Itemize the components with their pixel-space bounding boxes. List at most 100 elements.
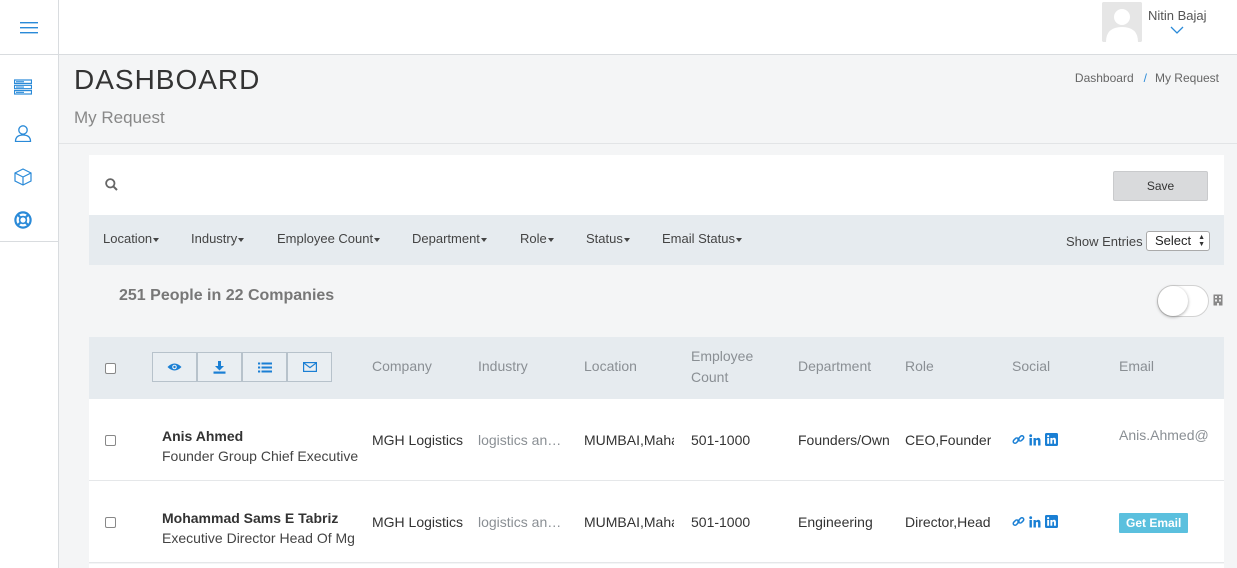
- caret-down-icon: [374, 237, 381, 242]
- sidebar-item-people[interactable]: [12, 122, 34, 144]
- linkedin-icon[interactable]: [1029, 433, 1041, 446]
- view-button[interactable]: [152, 352, 197, 382]
- col-industry[interactable]: Industry: [478, 356, 528, 377]
- company-cell[interactable]: MGH Logistics: [372, 514, 464, 530]
- filter-role[interactable]: Role: [520, 231, 554, 246]
- table-row: Mohammad Sams E Tabriz Executive Directo…: [89, 481, 1224, 563]
- col-department[interactable]: Department: [798, 356, 871, 377]
- table-row-partial: [89, 564, 1224, 568]
- location-cell: MUMBAI,Maha: [584, 432, 674, 448]
- filter-role-label: Role: [520, 231, 547, 246]
- person-title: Executive Director Head Of Mg: [162, 530, 355, 546]
- list-button[interactable]: [242, 352, 287, 382]
- person-name[interactable]: Mohammad Sams E Tabriz: [162, 510, 362, 526]
- filter-industry-label: Industry: [191, 231, 238, 246]
- role-cell: Director,Head: [905, 514, 991, 530]
- results-summary-bar: 251 People in 22 Companies: [89, 265, 1224, 337]
- building-icon: [1213, 294, 1223, 306]
- employee-count-cell: 501-1000: [691, 514, 751, 530]
- show-entries-label: Show Entries: [1066, 234, 1143, 249]
- col-company[interactable]: Company: [372, 356, 432, 377]
- row-checkbox[interactable]: [105, 435, 116, 446]
- social-links: [1012, 515, 1058, 528]
- eye-icon: [167, 363, 182, 371]
- company-cell[interactable]: MGH Logistics: [372, 432, 464, 448]
- download-button[interactable]: [197, 352, 242, 382]
- hamburger-icon: [20, 21, 38, 33]
- user-name: Nitin Bajaj: [1148, 8, 1207, 23]
- filter-employee-count[interactable]: Employee Count: [277, 231, 381, 246]
- filter-department[interactable]: Department: [412, 231, 487, 246]
- chevron-down-icon[interactable]: [1170, 26, 1184, 34]
- link-icon[interactable]: [1012, 433, 1025, 446]
- caret-down-icon: [153, 237, 160, 242]
- person-name[interactable]: Anis Ahmed: [162, 428, 362, 444]
- breadcrumb-dashboard[interactable]: Dashboard: [1075, 71, 1134, 85]
- sidebar: [0, 55, 59, 568]
- col-employee-count[interactable]: Employee Count: [691, 346, 763, 388]
- link-icon[interactable]: [1012, 515, 1025, 528]
- filter-bar: Location Industry Employee Count Departm…: [89, 215, 1224, 265]
- sidebar-item-dashboard[interactable]: [12, 76, 34, 98]
- select-arrows-icon: ▲ ▼: [1198, 234, 1205, 248]
- filter-location-label: Location: [103, 231, 153, 246]
- industry-cell: logistics an…: [478, 514, 562, 530]
- select-all-checkbox[interactable]: [105, 363, 116, 374]
- results-count: 251 People in 22 Companies: [119, 287, 335, 304]
- email-cell[interactable]: Anis.Ahmed@r: [1119, 427, 1209, 443]
- toggle-knob: [1158, 286, 1188, 316]
- filter-employee-count-label: Employee Count: [277, 231, 374, 246]
- filter-status-label: Status: [586, 231, 623, 246]
- save-button[interactable]: Save: [1113, 171, 1208, 201]
- sidebar-item-products[interactable]: [12, 166, 34, 188]
- user-avatar-icon: [1102, 2, 1142, 42]
- col-social: Social: [1012, 358, 1051, 374]
- filter-email-status-label: Email Status: [662, 231, 735, 246]
- social-links: [1012, 433, 1058, 446]
- cube-icon: [14, 168, 32, 186]
- department-cell: Founders/Own: [798, 432, 889, 448]
- caret-down-icon: [480, 237, 487, 242]
- get-email-button[interactable]: Get Email: [1119, 513, 1189, 533]
- show-entries-select[interactable]: Select ▲ ▼: [1146, 231, 1210, 251]
- user-icon: [14, 125, 32, 142]
- show-entries-value: Select: [1155, 233, 1192, 248]
- row-checkbox[interactable]: [105, 517, 116, 528]
- filter-industry[interactable]: Industry: [191, 231, 245, 246]
- filter-status[interactable]: Status: [586, 231, 630, 246]
- department-cell: Engineering: [798, 514, 873, 530]
- search-input[interactable]: [123, 173, 1023, 197]
- filter-location[interactable]: Location: [103, 231, 160, 246]
- employee-count-cell: 501-1000: [691, 432, 751, 448]
- company-view-toggle[interactable]: [1157, 285, 1209, 317]
- lifebuoy-icon: [14, 211, 32, 229]
- hamburger-menu-button[interactable]: [0, 0, 59, 55]
- caret-down-icon: [735, 237, 742, 242]
- server-list-icon: [14, 79, 32, 95]
- linkedin-company-icon[interactable]: [1045, 515, 1058, 528]
- breadcrumb-separator: /: [1143, 71, 1147, 85]
- filter-email-status[interactable]: Email Status: [662, 231, 742, 246]
- sidebar-item-support[interactable]: [12, 209, 34, 231]
- filter-department-label: Department: [412, 231, 480, 246]
- caret-down-icon: [238, 237, 245, 242]
- col-email: Email: [1119, 358, 1155, 374]
- page-subtitle: My Request: [74, 108, 165, 127]
- person-title: Founder Group Chief Executive: [162, 448, 358, 464]
- linkedin-icon[interactable]: [1029, 515, 1041, 528]
- col-role[interactable]: Role: [905, 356, 934, 377]
- sidebar-divider: [0, 241, 59, 242]
- col-location[interactable]: Location: [584, 356, 637, 377]
- breadcrumb-current: My Request: [1154, 71, 1219, 85]
- email-button[interactable]: [287, 352, 332, 382]
- linkedin-company-icon[interactable]: [1045, 433, 1058, 446]
- search-bar: Save: [89, 155, 1224, 215]
- download-icon: [213, 360, 226, 374]
- breadcrumb: Dashboard / My Request: [1075, 71, 1219, 85]
- avatar: [1102, 2, 1142, 42]
- user-menu[interactable]: Nitin Bajaj: [1102, 2, 1232, 42]
- search-icon: [105, 178, 118, 191]
- location-cell: MUMBAI,Maha: [584, 514, 674, 530]
- industry-cell: logistics an…: [478, 432, 562, 448]
- caret-down-icon: [623, 237, 630, 242]
